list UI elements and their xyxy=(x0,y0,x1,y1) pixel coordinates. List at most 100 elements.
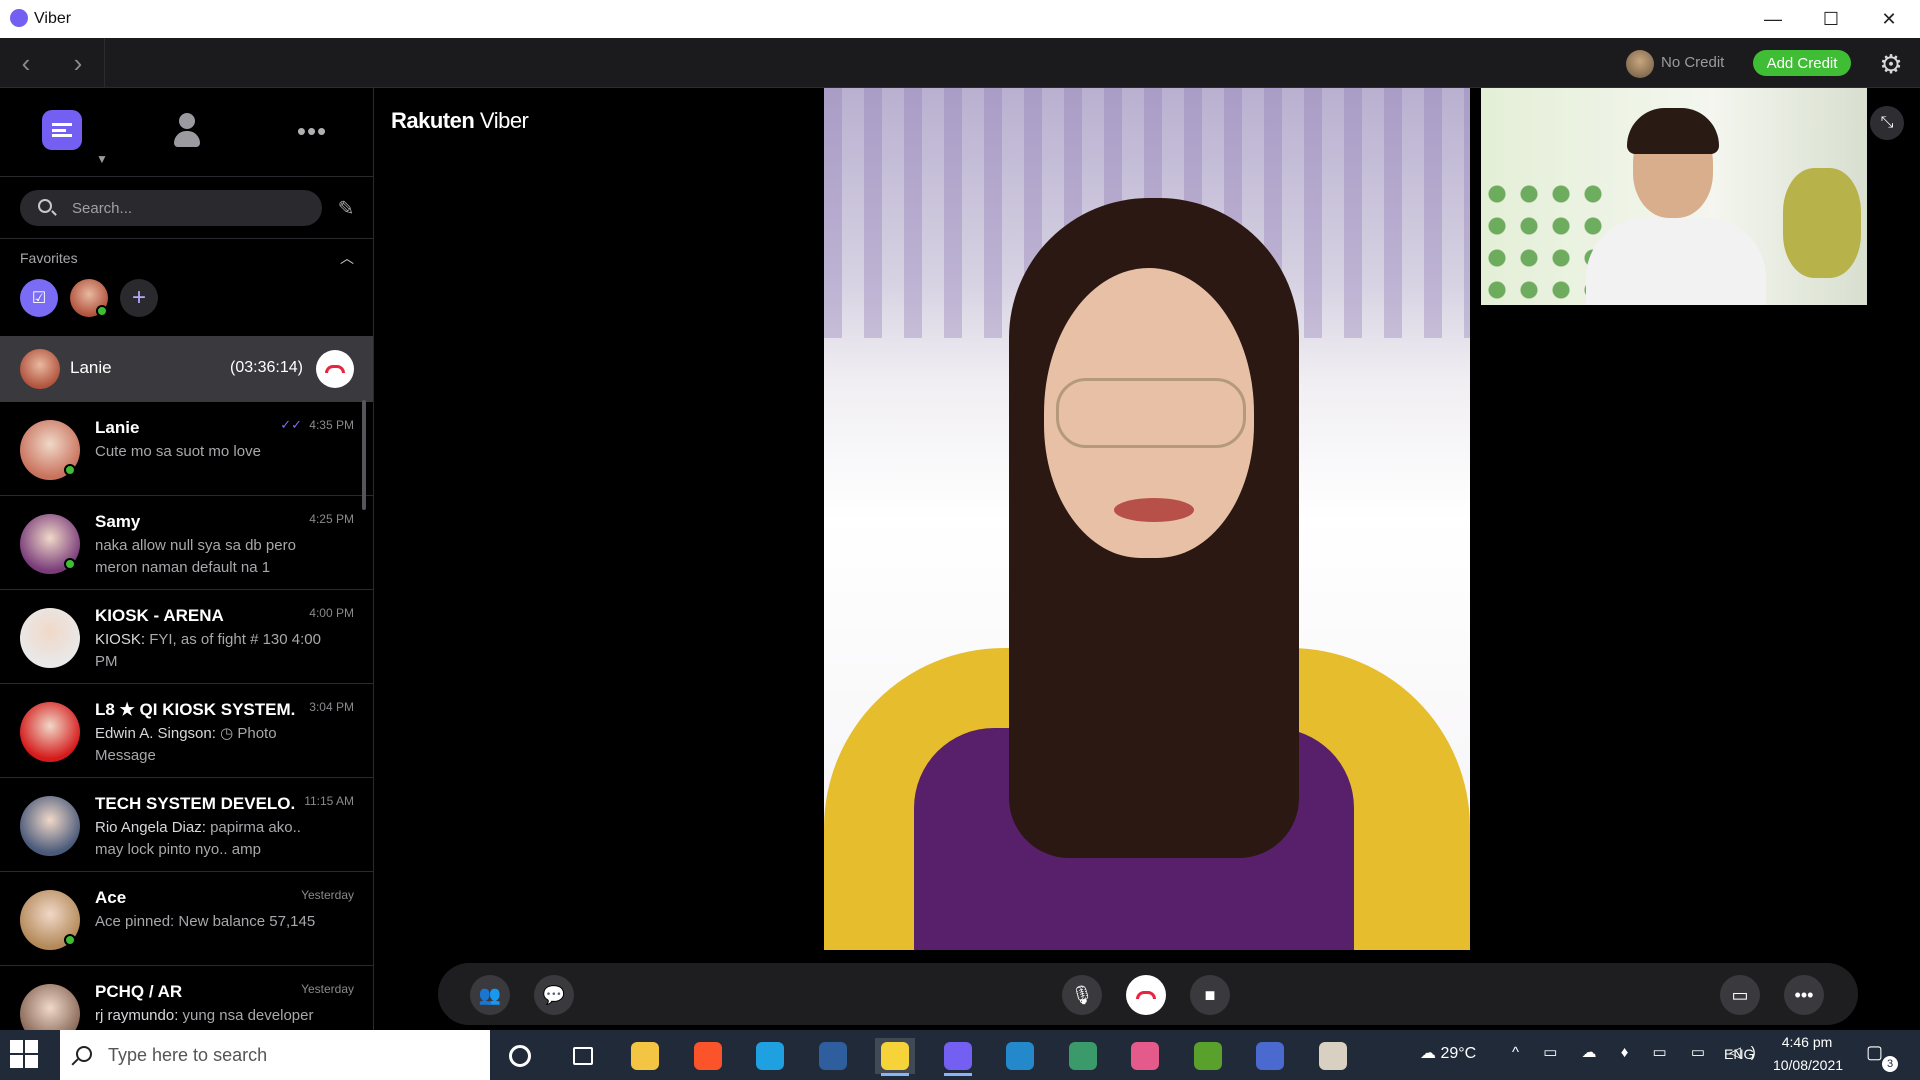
end-call-button[interactable] xyxy=(1126,975,1166,1015)
clock-time[interactable]: 4:46 pm xyxy=(1772,1034,1842,1050)
chat-time: 3:04 PM xyxy=(309,700,354,714)
chat-name: Lanie xyxy=(95,418,140,437)
chevron-down-icon[interactable]: ▼ xyxy=(96,152,108,166)
taskbar-app-file-explorer[interactable] xyxy=(625,1038,665,1074)
taskbar-app-brave[interactable] xyxy=(688,1038,728,1074)
chat-name: L8 ★ QI KIOSK SYSTEM... xyxy=(95,700,295,719)
chat-list-scrollbar[interactable] xyxy=(362,400,366,510)
forward-button[interactable]: › xyxy=(62,47,94,79)
taskbar-app-edge[interactable] xyxy=(750,1038,790,1074)
avatar xyxy=(20,984,80,1030)
taskbar-app-task-view[interactable] xyxy=(563,1038,603,1074)
screen-share-icon: ▭ xyxy=(1731,984,1749,1005)
add-favorite-button[interactable]: + xyxy=(120,279,158,317)
search-icon xyxy=(76,1046,92,1062)
close-button[interactable]: ✕ xyxy=(1860,0,1918,38)
taskbar-app-heidisql[interactable] xyxy=(1188,1038,1228,1074)
avatar xyxy=(20,702,80,762)
input-language[interactable]: ENG xyxy=(1724,1046,1754,1062)
screen-share-button[interactable]: ▭ xyxy=(1720,975,1760,1015)
chat-list-item[interactable]: Lanie ✓✓ 4:35 PM Cute mo sa suot mo love xyxy=(0,402,373,496)
expand-icon[interactable]: ⤡ xyxy=(1870,106,1904,140)
taskbar-app-sql-tool[interactable] xyxy=(1063,1038,1103,1074)
avatar xyxy=(20,514,80,574)
windows-start-button[interactable] xyxy=(10,1040,40,1070)
weather-widget[interactable]: ☁ 29°C xyxy=(1420,1043,1476,1063)
online-indicator xyxy=(64,558,76,570)
chat-list-item[interactable]: TECH SYSTEM DEVELO... 11:15 AM Rio Angel… xyxy=(0,778,373,872)
chat-preview: Ace pinned: New balance 57,145 xyxy=(95,913,316,930)
background-bag xyxy=(1783,168,1861,278)
add-credit-button[interactable]: Add Credit xyxy=(1753,50,1851,76)
chat-list-item[interactable]: Ace Yesterday Ace pinned: New balance 57… xyxy=(0,872,373,966)
minimize-button[interactable]: — xyxy=(1744,0,1802,38)
notification-count: 3 xyxy=(1882,1056,1898,1072)
chat-list-item[interactable]: KIOSK - ARENA 4:00 PM KIOSK: FYI, as of … xyxy=(0,590,373,684)
chat-list-item[interactable]: PCHQ / AR Yesterday rj raymundo: yung ns… xyxy=(0,966,373,1030)
favorite-contact-avatar[interactable] xyxy=(70,279,108,317)
chat-preview: rj raymundo: yung nsa developer xyxy=(95,1007,314,1024)
chat-time: 4:00 PM xyxy=(309,606,354,620)
mute-button[interactable]: 🎙 xyxy=(1062,975,1102,1015)
more-options-button[interactable]: ••• xyxy=(1784,975,1824,1015)
avatar xyxy=(20,349,60,389)
chat-bubble-icon xyxy=(52,123,72,137)
sticky-notes-icon xyxy=(881,1042,909,1070)
more-tab[interactable]: ••• xyxy=(294,116,330,146)
chevron-up-icon[interactable]: ︿ xyxy=(340,248,354,268)
heidisql-icon xyxy=(1193,1042,1222,1070)
cortana-icon xyxy=(509,1045,531,1067)
chat-icon: 💬 xyxy=(542,984,566,1005)
gear-icon[interactable]: ⚙ xyxy=(1876,49,1906,79)
person-icon xyxy=(179,113,195,129)
video-toggle-button[interactable]: ■ xyxy=(1190,975,1230,1015)
chat-list-item[interactable]: Samy 4:25 PM naka allow null sya sa db p… xyxy=(0,496,373,590)
open-chat-button[interactable]: 💬 xyxy=(534,975,574,1015)
network-tool-icon xyxy=(1256,1042,1284,1070)
end-call-icon xyxy=(1136,991,1156,999)
taskbar-app-virtualbox[interactable] xyxy=(813,1038,853,1074)
toolbar-divider xyxy=(104,38,105,88)
remote-video-feed[interactable] xyxy=(824,88,1470,950)
chat-time: 11:15 AM xyxy=(304,794,354,808)
compose-icon[interactable]: ✎ xyxy=(334,196,358,220)
end-call-button[interactable] xyxy=(316,350,354,388)
rakuten-viber-logo: Rakuten Viber xyxy=(391,108,529,133)
clock-date[interactable]: 10/08/2021 xyxy=(1766,1057,1850,1073)
chat-list: Lanie ✓✓ 4:35 PM Cute mo sa suot mo love… xyxy=(0,402,373,1030)
taskbar-app-viber[interactable] xyxy=(938,1038,978,1076)
divider xyxy=(0,238,373,239)
back-button[interactable]: ‹ xyxy=(10,47,42,79)
chat-time: 4:25 PM xyxy=(309,512,354,526)
notification-center-icon[interactable]: ▢ 3 xyxy=(1866,1042,1898,1072)
chat-preview: naka allow null sya sa db pero meron nam… xyxy=(95,537,296,576)
favorites-label: Favorites xyxy=(20,250,78,266)
call-duration: (03:36:14) xyxy=(230,359,303,376)
account-avatar[interactable] xyxy=(1626,50,1654,78)
taskbar-app-cortana[interactable] xyxy=(500,1038,540,1074)
call-controls-bar: 👥 💬 🎙 ■ ▭ ••• xyxy=(438,963,1858,1025)
chat-list-item[interactable]: L8 ★ QI KIOSK SYSTEM... 3:04 PM Edwin A.… xyxy=(0,684,373,778)
taskbar-app-network-tool[interactable] xyxy=(1250,1038,1290,1074)
avatar xyxy=(20,608,80,668)
sql-tool-icon xyxy=(1068,1042,1097,1070)
chat-name: PCHQ / AR xyxy=(95,982,183,1001)
chat-name: Ace xyxy=(95,888,127,907)
self-video-preview[interactable] xyxy=(1481,88,1867,305)
add-participant-button[interactable]: 👥 xyxy=(470,975,510,1015)
taskbar-app-color-app[interactable] xyxy=(1125,1038,1165,1074)
maximize-button[interactable]: ☐ xyxy=(1802,0,1860,38)
chat-preview: Cute mo sa suot mo love xyxy=(95,443,261,460)
taskbar-app-sticky-notes[interactable] xyxy=(875,1038,915,1076)
taskbar-app-vscode[interactable] xyxy=(1000,1038,1040,1074)
chats-tab[interactable] xyxy=(42,110,82,150)
search-input[interactable] xyxy=(72,190,312,226)
taskbar-app-paint[interactable] xyxy=(1313,1038,1353,1074)
favorite-my-notes[interactable]: ☑ xyxy=(20,279,58,317)
taskbar-search[interactable]: Type here to search xyxy=(60,1030,490,1080)
chat-time: 4:35 PM xyxy=(309,418,354,432)
search-box[interactable] xyxy=(20,190,322,226)
contacts-tab[interactable] xyxy=(172,113,202,153)
active-call-row[interactable]: Lanie (03:36:14) xyxy=(0,336,373,402)
search-icon xyxy=(38,199,52,213)
